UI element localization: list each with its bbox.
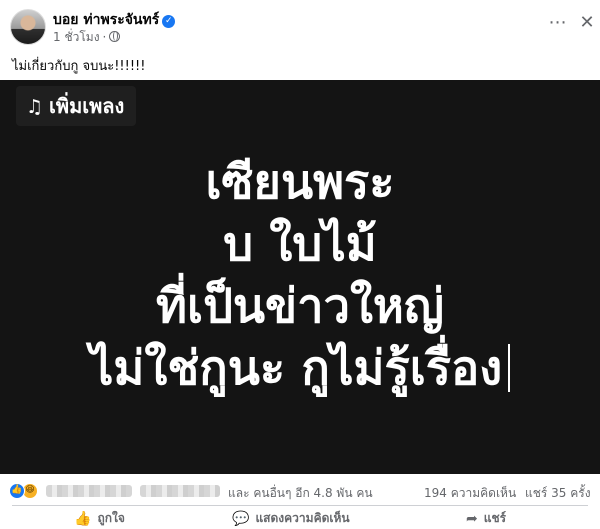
blurred-reactor-name [140, 485, 220, 497]
shares-count[interactable]: แชร์ 35 ครั้ง [525, 484, 591, 503]
author-avatar[interactable] [10, 9, 46, 45]
thumbs-up-icon: 👍 [74, 511, 92, 527]
post-media[interactable]: ♫ เพิ่มเพลง เซียนพระ บ ใบไม้ ที่เป็นข่าวใ… [0, 80, 600, 474]
media-text: เซียนพระ บ ใบไม้ ที่เป็นข่าวใหญ่ ไม่ใช่ก… [0, 152, 600, 400]
more-icon[interactable]: ⋯ [546, 12, 570, 34]
media-text-line: บ ใบไม้ [223, 217, 377, 272]
comment-label: แสดงความคิดเห็น [255, 511, 350, 525]
comment-icon: 💬 [232, 511, 250, 527]
post-time[interactable]: 1 ชั่วโมง [53, 30, 100, 44]
close-icon[interactable]: ✕ [576, 12, 598, 34]
globe-icon [109, 31, 121, 42]
post-header: บอย ท่าพระจันทร์ ✓ 1 ชั่วโมง · ⋯ ✕ [0, 0, 600, 48]
like-button[interactable]: 👍 ถูกใจ [74, 508, 125, 528]
author-name[interactable]: บอย ท่าพระจันทร์ [53, 12, 159, 28]
facebook-post: บอย ท่าพระจันทร์ ✓ 1 ชั่วโมง · ⋯ ✕ ไม่เกี่… [0, 0, 600, 529]
reactions-summary[interactable]: และ คนอื่นๆ อีก 4.8 พัน คน [228, 484, 373, 503]
comment-button[interactable]: 💬 แสดงความคิดเห็น [232, 508, 350, 528]
blurred-reactor-name [46, 485, 132, 497]
media-text-line: ที่เป็นข่าวใหญ่ [156, 279, 444, 334]
verified-badge-icon: ✓ [162, 15, 176, 28]
share-button[interactable]: ➦ แชร์ [466, 508, 506, 528]
media-text-line: เซียนพระ [205, 155, 395, 210]
add-music-badge[interactable]: ♫ เพิ่มเพลง [16, 86, 137, 126]
add-music-label: เพิ่มเพลง [49, 94, 125, 118]
media-text-line-last: ไม่ใช่กูนะ กูไม่รู้เรื่อง [0, 338, 600, 400]
comments-count[interactable]: 194 ความคิดเห็น [424, 484, 516, 503]
text-cursor [508, 344, 511, 392]
post-stats: 👍 😆 และ คนอื่นๆ อีก 4.8 พัน คน 194 ความค… [0, 476, 600, 506]
meta-separator: · [102, 30, 107, 44]
music-note-icon: ♫ [26, 96, 44, 118]
like-label: ถูกใจ [97, 511, 125, 525]
divider [12, 505, 588, 506]
post-caption: ไม่เกี่ยวกับกู จบนะ!!!!!! [12, 59, 146, 74]
like-reaction-icon[interactable]: 👍 [9, 483, 25, 499]
share-label: แชร์ [483, 511, 507, 525]
post-actions: 👍 ถูกใจ 💬 แสดงความคิดเห็น ➦ แชร์ [0, 507, 600, 529]
share-icon: ➦ [466, 511, 478, 527]
media-text-line: ไม่ใช่กูนะ กูไม่รู้เรื่อง [89, 341, 503, 396]
post-meta: 1 ชั่วโมง · [53, 28, 121, 47]
